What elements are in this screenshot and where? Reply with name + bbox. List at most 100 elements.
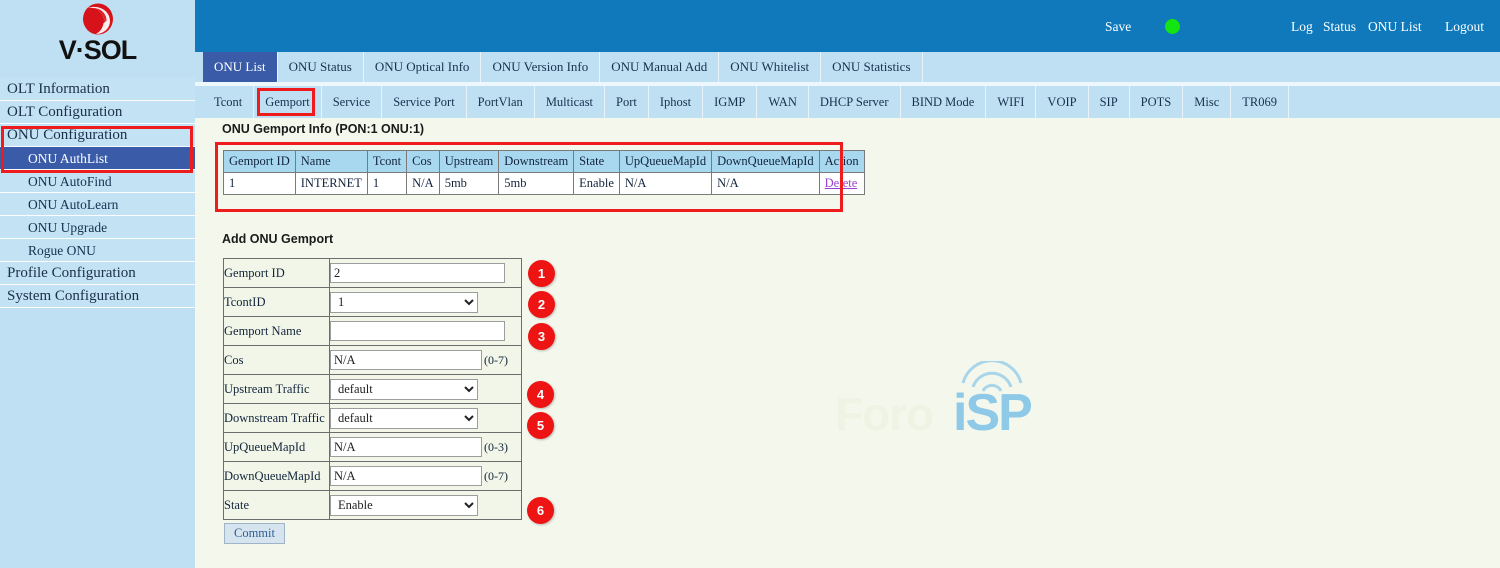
header-link-status[interactable]: Status bbox=[1323, 19, 1356, 35]
label-gemport-id: Gemport ID bbox=[224, 259, 330, 288]
callout-badge-4: 4 bbox=[527, 381, 554, 408]
cell-down-queue-map-id: N/A bbox=[712, 173, 820, 195]
sidebar-item-onu-upgrade[interactable]: ONU Upgrade bbox=[0, 216, 195, 239]
cell-downstream: 5mb bbox=[499, 173, 574, 195]
gemport-info-table: Gemport ID Name Tcont Cos Upstream Downs… bbox=[223, 150, 865, 195]
tab-sip[interactable]: SIP bbox=[1089, 86, 1130, 118]
form-row-tcont-id: TcontID 1 bbox=[224, 288, 522, 317]
tab-port[interactable]: Port bbox=[605, 86, 649, 118]
form-row-gemport-id: Gemport ID bbox=[224, 259, 522, 288]
label-up-queue-map-id: UpQueueMapId bbox=[224, 433, 330, 462]
field-up-queue-map-id: (0-3) bbox=[330, 433, 522, 462]
tab-onu-optical-info[interactable]: ONU Optical Info bbox=[364, 52, 482, 82]
sidebar: V·SOL OLT Information OLT Configuration … bbox=[0, 0, 195, 568]
up-queue-map-id-input[interactable] bbox=[330, 437, 482, 457]
up-queue-map-id-range-hint: (0-3) bbox=[484, 440, 508, 455]
sidebar-item-profile-configuration[interactable]: Profile Configuration bbox=[0, 262, 195, 285]
cell-state: Enable bbox=[574, 173, 620, 195]
cos-input[interactable] bbox=[330, 350, 482, 370]
tab-multicast[interactable]: Multicast bbox=[535, 86, 605, 118]
label-gemport-name: Gemport Name bbox=[224, 317, 330, 346]
sidebar-item-rogue-onu[interactable]: Rogue ONU bbox=[0, 239, 195, 262]
col-up-queue-map-id: UpQueueMapId bbox=[619, 151, 711, 173]
tab-tcont[interactable]: Tcont bbox=[203, 86, 254, 118]
tab-onu-list[interactable]: ONU List bbox=[203, 52, 278, 82]
field-gemport-name bbox=[330, 317, 522, 346]
cell-name: INTERNET bbox=[295, 173, 367, 195]
label-downstream-traffic: Downstream Traffic bbox=[224, 404, 330, 433]
tab-igmp[interactable]: IGMP bbox=[703, 86, 757, 118]
tab-service-port[interactable]: Service Port bbox=[382, 86, 466, 118]
tab-tr069[interactable]: TR069 bbox=[1231, 86, 1289, 118]
field-upstream-traffic: default bbox=[330, 375, 522, 404]
table-header-row: Gemport ID Name Tcont Cos Upstream Downs… bbox=[224, 151, 865, 173]
cos-range-hint: (0-7) bbox=[484, 353, 508, 368]
tab-onu-version-info[interactable]: ONU Version Info bbox=[481, 52, 600, 82]
table-row: 1 INTERNET 1 N/A 5mb 5mb Enable N/A N/A … bbox=[224, 173, 865, 195]
tab-onu-whitelist[interactable]: ONU Whitelist bbox=[719, 52, 821, 82]
tab-iphost[interactable]: Iphost bbox=[649, 86, 703, 118]
sidebar-item-olt-configuration[interactable]: OLT Configuration bbox=[0, 101, 195, 124]
header-link-logout[interactable]: Logout bbox=[1445, 19, 1484, 35]
tab-dhcp-server[interactable]: DHCP Server bbox=[809, 86, 901, 118]
brand-name: V·SOL bbox=[59, 37, 137, 64]
down-queue-map-id-input[interactable] bbox=[330, 466, 482, 486]
tab-misc[interactable]: Misc bbox=[1183, 86, 1231, 118]
callout-badge-3: 3 bbox=[528, 323, 555, 350]
gemport-id-input[interactable] bbox=[330, 263, 505, 283]
wifi-waves-icon bbox=[957, 361, 1027, 395]
commit-row: Commit bbox=[223, 523, 522, 544]
tcont-id-select[interactable]: 1 bbox=[330, 292, 478, 313]
sidebar-item-system-configuration[interactable]: System Configuration bbox=[0, 285, 195, 308]
sidebar-item-onu-autolearn[interactable]: ONU AutoLearn bbox=[0, 193, 195, 216]
tab-pots[interactable]: POTS bbox=[1130, 86, 1184, 118]
vsol-globe-icon bbox=[79, 2, 117, 36]
sidebar-item-onu-authlist[interactable]: ONU AuthList bbox=[0, 147, 195, 170]
upstream-traffic-select[interactable]: default bbox=[330, 379, 478, 400]
col-tcont: Tcont bbox=[367, 151, 406, 173]
tab-voip[interactable]: VOIP bbox=[1036, 86, 1088, 118]
tab-gemport[interactable]: Gemport bbox=[254, 86, 321, 118]
sidebar-item-onu-configuration[interactable]: ONU Configuration bbox=[0, 124, 195, 147]
main-content: Foro iSP ONU Gemport Info (PON:1 ONU:1) … bbox=[195, 118, 1500, 568]
tab-onu-statistics[interactable]: ONU Statistics bbox=[821, 52, 922, 82]
col-action: Action bbox=[819, 151, 864, 173]
header-link-log[interactable]: Log bbox=[1291, 19, 1313, 35]
tab-portvlan[interactable]: PortVlan bbox=[467, 86, 535, 118]
tab-wan[interactable]: WAN bbox=[757, 86, 808, 118]
form-row-downstream-traffic: Downstream Traffic default bbox=[224, 404, 522, 433]
sidebar-item-olt-information[interactable]: OLT Information bbox=[0, 78, 195, 101]
foroisp-watermark: Foro iSP bbox=[835, 361, 1065, 441]
state-select[interactable]: Enable bbox=[330, 495, 478, 516]
field-downstream-traffic: default bbox=[330, 404, 522, 433]
callout-badge-5: 5 bbox=[527, 412, 554, 439]
top-header: Save Log Status ONU List Logout bbox=[195, 0, 1500, 52]
primary-tabbar: ONU List ONU Status ONU Optical Info ONU… bbox=[195, 52, 1500, 82]
tab-service[interactable]: Service bbox=[322, 86, 382, 118]
form-row-up-queue-map-id: UpQueueMapId (0-3) bbox=[224, 433, 522, 462]
label-down-queue-map-id: DownQueueMapId bbox=[224, 462, 330, 491]
save-button[interactable]: Save bbox=[1105, 19, 1131, 35]
header-link-onu-list[interactable]: ONU List bbox=[1368, 19, 1422, 35]
downstream-traffic-select[interactable]: default bbox=[330, 408, 478, 429]
gemport-info-table-wrap: Gemport ID Name Tcont Cos Upstream Downs… bbox=[223, 150, 865, 195]
tab-bind-mode[interactable]: BIND Mode bbox=[901, 86, 987, 118]
tab-wifi[interactable]: WIFI bbox=[986, 86, 1036, 118]
add-gemport-form: Gemport ID TcontID 1 bbox=[223, 258, 522, 544]
tab-onu-status[interactable]: ONU Status bbox=[278, 52, 364, 82]
callout-badge-6: 6 bbox=[527, 497, 554, 524]
label-tcont-id: TcontID bbox=[224, 288, 330, 317]
col-name: Name bbox=[295, 151, 367, 173]
down-queue-map-id-range-hint: (0-7) bbox=[484, 469, 508, 484]
field-gemport-id bbox=[330, 259, 522, 288]
form-row-state: State Enable bbox=[224, 491, 522, 520]
delete-link[interactable]: Delete bbox=[825, 176, 858, 190]
gemport-name-input[interactable] bbox=[330, 321, 505, 341]
col-down-queue-map-id: DownQueueMapId bbox=[712, 151, 820, 173]
cell-tcont: 1 bbox=[367, 173, 406, 195]
commit-button[interactable]: Commit bbox=[224, 523, 285, 544]
sidebar-item-onu-autofind[interactable]: ONU AutoFind bbox=[0, 170, 195, 193]
form-row-gemport-name: Gemport Name bbox=[224, 317, 522, 346]
callout-badge-1: 1 bbox=[528, 260, 555, 287]
tab-onu-manual-add[interactable]: ONU Manual Add bbox=[600, 52, 719, 82]
